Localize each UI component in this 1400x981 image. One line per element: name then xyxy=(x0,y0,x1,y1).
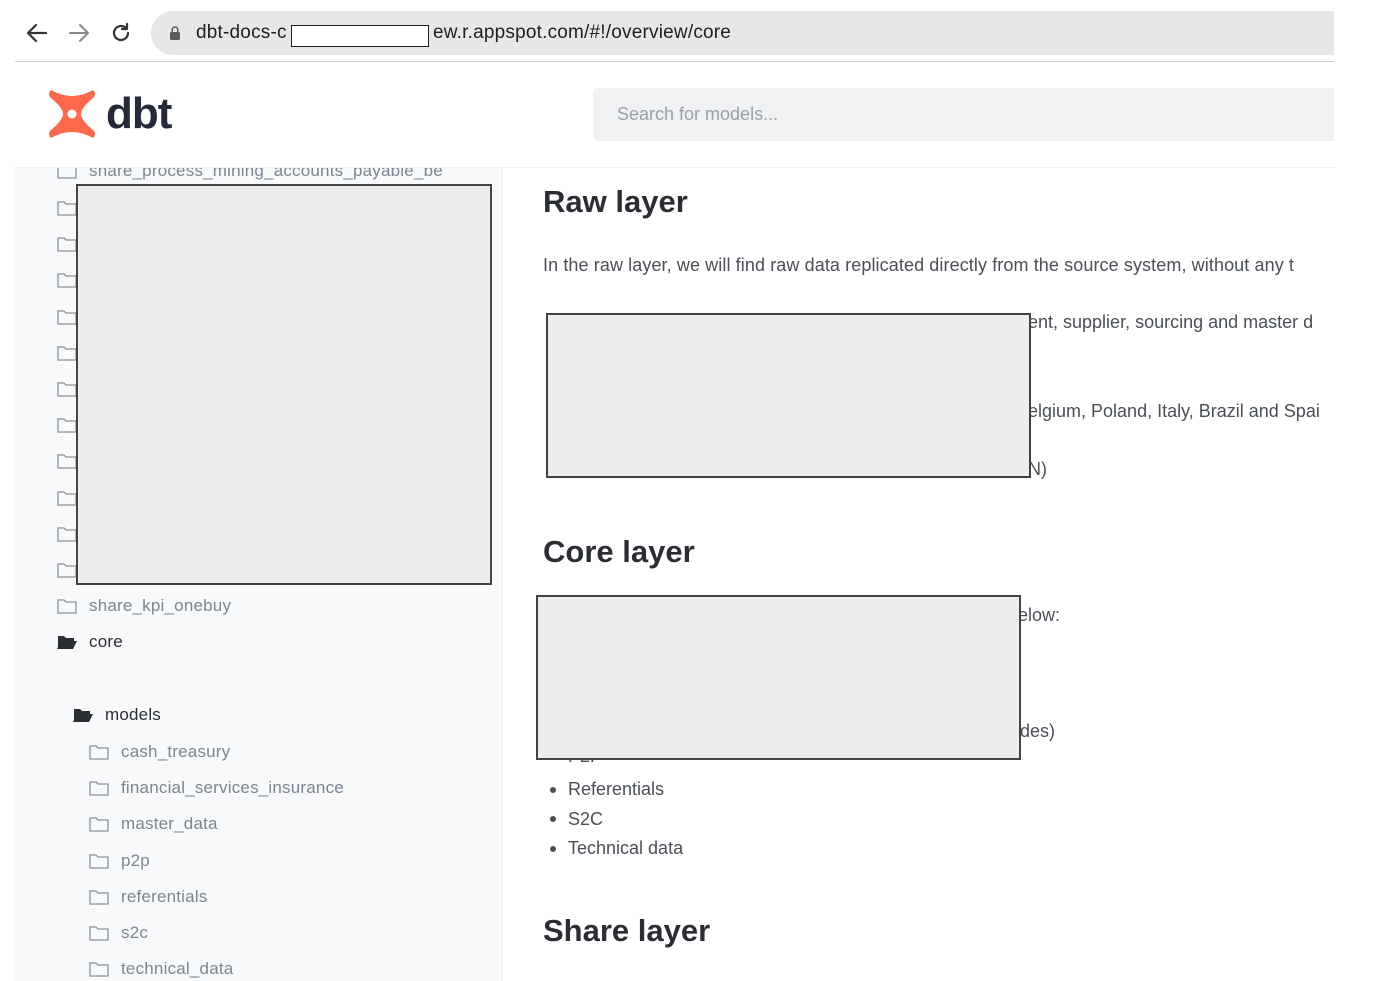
folder-icon xyxy=(89,817,109,833)
tree-item-models[interactable]: models xyxy=(73,700,161,730)
tree-item[interactable] xyxy=(57,555,77,585)
section-title-core: Core layer xyxy=(543,534,695,569)
dbt-logo[interactable]: dbt xyxy=(47,88,172,140)
tree-item-label: master_data xyxy=(121,814,218,834)
reload-icon xyxy=(112,22,130,42)
tree-item[interactable] xyxy=(57,519,77,549)
folder-icon xyxy=(57,309,77,325)
folder-icon xyxy=(57,168,77,179)
tree-item-s2c[interactable]: s2c xyxy=(89,918,148,948)
folder-icon xyxy=(89,890,109,905)
bullet-dot xyxy=(550,816,556,822)
text-fragment: elgium, Poland, Italy, Brazil and Spai xyxy=(1028,401,1320,421)
folder-icon xyxy=(57,346,77,361)
folder-icon xyxy=(57,201,77,216)
tree-item-label: core xyxy=(89,632,123,651)
tree-item[interactable] xyxy=(57,193,77,223)
redacted-region xyxy=(536,595,1021,760)
tree-item[interactable] xyxy=(57,265,77,295)
tree-item[interactable] xyxy=(57,410,77,440)
folder-icon xyxy=(89,853,109,869)
folder-open-icon xyxy=(73,709,93,722)
folder-icon xyxy=(57,527,77,542)
folder-icon xyxy=(89,926,109,941)
tree-item-label: share_process_mining_accounts_payable_be xyxy=(89,168,443,180)
list-item: Referentials xyxy=(550,779,664,800)
redacted-region xyxy=(546,313,1031,478)
folder-icon xyxy=(57,273,77,289)
tree-item-cash-treasury[interactable]: cash_treasury xyxy=(89,737,230,767)
folder-icon xyxy=(57,454,77,470)
address-bar[interactable]: dbt-docs-c ew.r.appspot.com/#!/overview/… xyxy=(151,11,1334,55)
search-box[interactable] xyxy=(593,88,1334,141)
list-item-text: Technical data xyxy=(568,838,684,858)
tree-item-label: referentials xyxy=(121,886,208,906)
tree-item[interactable] xyxy=(57,302,77,332)
app-header: dbt xyxy=(15,62,1334,168)
section-title-raw: Raw layer xyxy=(543,184,688,219)
back-button[interactable] xyxy=(24,20,50,46)
folder-icon xyxy=(57,237,77,252)
tree-item[interactable] xyxy=(57,229,77,259)
bullet-dot xyxy=(550,786,556,793)
paragraph: In the raw layer, we will find raw data … xyxy=(543,255,1295,275)
folder-icon xyxy=(57,599,77,614)
browser-toolbar: dbt-docs-c ew.r.appspot.com/#!/overview/… xyxy=(15,0,1334,62)
text-fragment: ent, supplier, sourcing and master d xyxy=(1028,312,1314,332)
tree-item-core[interactable]: core xyxy=(57,627,123,657)
forward-button[interactable] xyxy=(66,20,92,46)
tree-item-label: s2c xyxy=(121,923,149,942)
redacted-region xyxy=(291,25,429,47)
url-text: ew.r.appspot.com/#!/overview/core xyxy=(433,22,732,43)
tree-item[interactable] xyxy=(57,483,77,513)
lock-icon xyxy=(170,26,180,40)
bullet-dot xyxy=(550,845,556,852)
tree-item-label: share_kpi_onebuy xyxy=(89,596,232,615)
tree-item-label: models xyxy=(105,705,162,724)
folder-icon xyxy=(57,563,77,578)
folder-icon xyxy=(57,490,77,506)
list-item-text: S2C xyxy=(568,808,604,829)
tree-item-label: cash_treasury xyxy=(121,742,231,761)
folder-icon xyxy=(57,382,77,397)
arrow-right-icon xyxy=(69,24,89,42)
tree-item-p2p[interactable]: p2p xyxy=(89,846,150,876)
arrow-left-icon xyxy=(26,23,48,43)
reload-button[interactable] xyxy=(108,20,134,46)
folder-icon xyxy=(89,781,109,796)
folder-icon xyxy=(89,962,109,977)
folder-open-icon xyxy=(57,636,77,649)
list-item-text: Referentials xyxy=(568,779,665,799)
section-title-share: Share layer xyxy=(543,913,711,948)
folder-icon xyxy=(57,418,77,433)
dbt-logo-icon xyxy=(49,90,95,138)
main-content: Raw layer In the raw layer, we will find… xyxy=(503,168,1334,981)
url-text: dbt-docs-c xyxy=(196,22,287,43)
sidebar: share_process_mining_accounts_payable_be… xyxy=(15,168,503,981)
search-input[interactable] xyxy=(593,88,1334,141)
text-fragment: des) xyxy=(1020,721,1056,741)
tree-item-label: technical_data xyxy=(121,959,234,979)
tree-item-referentials[interactable]: referentials xyxy=(89,882,208,912)
text-fragment: elow: xyxy=(1018,605,1061,625)
tree-item[interactable] xyxy=(57,338,77,368)
tree-item[interactable] xyxy=(57,374,77,404)
tree-item-technical-data[interactable]: technical_data xyxy=(89,954,233,981)
tree-item-label: p2p xyxy=(121,850,150,870)
list-item: S2C xyxy=(550,809,603,830)
redacted-region xyxy=(76,184,492,585)
tree-item-master-data[interactable]: master_data xyxy=(89,809,218,839)
tree-item-label: financial_services_insurance xyxy=(121,778,344,798)
list-item: Technical data xyxy=(550,838,683,859)
folder-icon xyxy=(89,745,109,760)
tree-item-financial-services-insurance[interactable]: financial_services_insurance xyxy=(89,773,344,803)
tree-item[interactable] xyxy=(57,446,77,476)
tree-item-share-kpi-onebuy[interactable]: share_kpi_onebuy xyxy=(57,591,231,621)
logo-text: dbt xyxy=(106,89,172,138)
